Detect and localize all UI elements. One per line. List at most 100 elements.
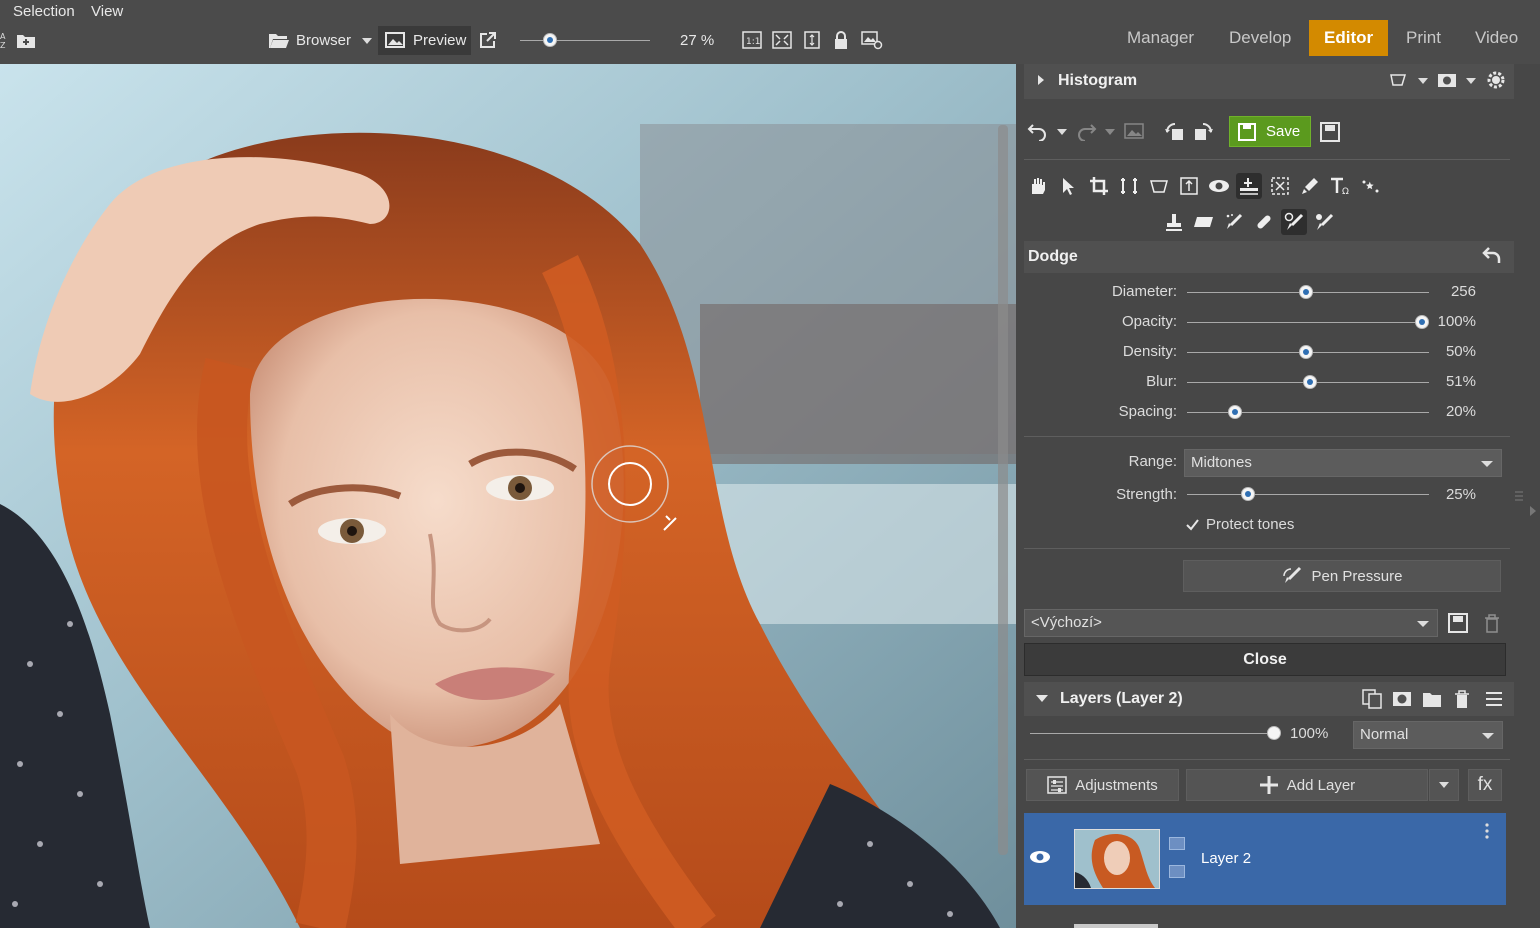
retouch-brush-icon[interactable]: [1221, 209, 1247, 235]
tab-video[interactable]: Video: [1460, 20, 1533, 56]
add-layer-button[interactable]: Add Layer: [1186, 769, 1428, 801]
range-dropdown[interactable]: Midtones: [1184, 449, 1502, 477]
add-layer-dropdown[interactable]: [1429, 769, 1459, 801]
layer-thumbnail: [1074, 829, 1160, 889]
browser-dropdown-icon[interactable]: [362, 38, 372, 44]
rotate-left-icon[interactable]: [1162, 120, 1186, 142]
close-button[interactable]: Close: [1024, 643, 1506, 676]
collapse-arrow-icon[interactable]: [1036, 695, 1048, 702]
selection-tools-icon[interactable]: [1267, 173, 1293, 199]
image-settings-icon[interactable]: [860, 30, 884, 50]
add-folder-icon[interactable]: [16, 30, 36, 50]
tab-print[interactable]: Print: [1391, 20, 1456, 56]
chevron-down-icon: [1439, 782, 1449, 788]
red-eye-icon[interactable]: [1206, 173, 1232, 199]
histogram-dropdown-icon[interactable]: [1418, 78, 1428, 84]
select-arrow-icon[interactable]: [1055, 173, 1081, 199]
reset-arrow-icon[interactable]: [1480, 244, 1504, 266]
external-link-icon[interactable]: [478, 30, 498, 50]
rotate-right-icon[interactable]: [1192, 120, 1216, 142]
healing-bandage-icon[interactable]: [1251, 209, 1277, 235]
preset-value: <Výchozí>: [1031, 614, 1102, 631]
paint-icon[interactable]: [1297, 173, 1323, 199]
protect-tones-checkbox[interactable]: [1184, 517, 1200, 533]
sort-az-icon[interactable]: AZ: [0, 30, 8, 50]
tab-editor[interactable]: Editor: [1309, 20, 1389, 56]
save-as-icon[interactable]: [1319, 121, 1341, 143]
chevron-down-icon: [1481, 461, 1493, 467]
text-tool-icon[interactable]: Ω: [1327, 173, 1353, 199]
browser-button[interactable]: Browser: [296, 32, 351, 49]
slider-track[interactable]: [1187, 412, 1429, 413]
brush-tools-icon[interactable]: [1236, 173, 1262, 199]
layer-opacity-slider-thumb[interactable]: [1267, 726, 1281, 740]
save-preset-icon[interactable]: [1446, 611, 1470, 635]
layer-opacity-slider-track[interactable]: [1030, 733, 1274, 734]
expand-arrow-icon[interactable]: [1038, 75, 1044, 85]
undo-dropdown-icon[interactable]: [1057, 129, 1067, 135]
blend-mode-dropdown[interactable]: Normal: [1353, 721, 1503, 749]
layer-effects-button[interactable]: fx: [1468, 769, 1502, 801]
eraser-icon[interactable]: [1191, 209, 1217, 235]
range-label: Range:: [1128, 453, 1177, 470]
layer-mask-indicator-icon[interactable]: [1169, 837, 1185, 850]
layer-group-folder-icon[interactable]: [1420, 687, 1444, 711]
dodge-header: [1024, 241, 1514, 273]
settings-gear-icon[interactable]: [1485, 69, 1507, 91]
histogram-title: Histogram: [1058, 72, 1138, 89]
layer-lock-indicator-icon[interactable]: [1169, 865, 1185, 878]
slider-value: 20%: [1445, 403, 1476, 420]
slider-thumb[interactable]: [1298, 285, 1313, 299]
slider-thumb[interactable]: [1228, 405, 1243, 419]
effects-stars-icon[interactable]: [1357, 173, 1383, 199]
slider-thumb[interactable]: [1298, 345, 1313, 359]
delete-layer-icon[interactable]: [1450, 687, 1474, 711]
undo-icon[interactable]: [1026, 120, 1050, 142]
menu-view[interactable]: View: [91, 3, 123, 20]
pen-pressure-button[interactable]: Pen Pressure: [1183, 560, 1501, 592]
tab-develop[interactable]: Develop: [1214, 20, 1306, 56]
slider-thumb[interactable]: [1303, 375, 1318, 389]
crop-icon[interactable]: [1086, 173, 1112, 199]
image-canvas[interactable]: [0, 64, 1016, 928]
image-history-icon: [1123, 121, 1145, 141]
layer-row[interactable]: Layer 2: [1024, 813, 1506, 905]
crop-preview-icon[interactable]: [1388, 70, 1410, 90]
clone-stamp-icon[interactable]: [1161, 209, 1187, 235]
duplicate-layer-icon[interactable]: [1360, 687, 1384, 711]
zoom-actual-size-icon[interactable]: 1:1: [741, 30, 763, 50]
strength-slider-track[interactable]: [1187, 494, 1429, 495]
divider: [1024, 436, 1510, 437]
slider-thumb[interactable]: [1414, 315, 1429, 329]
top-toolbar: Selection View AZ Browser Preview 27 % 1…: [0, 0, 1540, 64]
lock-icon[interactable]: [831, 29, 851, 51]
layer-more-options-icon[interactable]: [1482, 821, 1492, 841]
menu-selection[interactable]: Selection: [13, 3, 75, 20]
zoom-slider-thumb[interactable]: [543, 33, 557, 47]
preset-dropdown[interactable]: <Výchozí>: [1024, 609, 1438, 637]
smudge-brush-icon[interactable]: [1311, 209, 1337, 235]
camera-icon[interactable]: [1436, 70, 1458, 90]
zoom-slider-track[interactable]: [520, 40, 650, 41]
layers-menu-icon[interactable]: [1482, 687, 1506, 711]
chevron-down-icon: [1482, 733, 1494, 739]
dodge-burn-tool-icon[interactable]: [1281, 209, 1307, 235]
straighten-icon[interactable]: [1116, 173, 1142, 199]
perspective-icon[interactable]: [1146, 173, 1172, 199]
visibility-eye-icon[interactable]: [1028, 847, 1052, 867]
camera-dropdown-icon[interactable]: [1466, 78, 1476, 84]
hand-tool-icon[interactable]: [1024, 173, 1050, 199]
adjustments-button[interactable]: Adjustments: [1026, 769, 1179, 801]
tab-manager[interactable]: Manager: [1112, 20, 1209, 56]
slider-track[interactable]: [1187, 322, 1429, 323]
zoom-fit-icon[interactable]: [771, 30, 793, 50]
save-button[interactable]: Save: [1229, 116, 1311, 147]
panel-collapse-arrow-icon[interactable]: [1530, 506, 1536, 516]
vertical-scrollbar[interactable]: [998, 125, 1008, 855]
canvas-size-icon[interactable]: [1176, 173, 1202, 199]
adjustments-icon: [1047, 776, 1067, 794]
layer-mask-icon[interactable]: [1390, 687, 1414, 711]
strength-slider-thumb[interactable]: [1240, 487, 1255, 501]
panel-splitter-grip[interactable]: [1514, 490, 1524, 504]
fit-height-icon[interactable]: [801, 30, 823, 50]
